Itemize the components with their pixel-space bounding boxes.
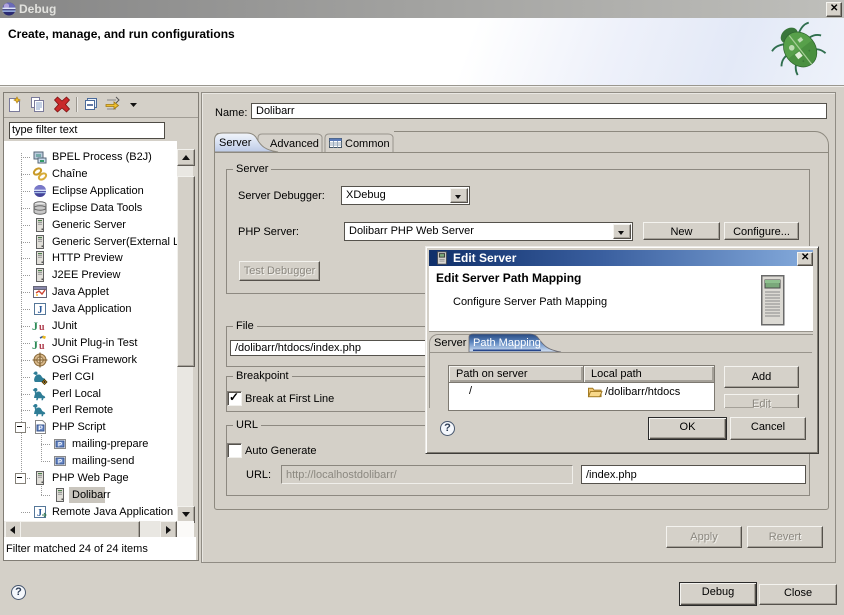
svg-text:Path Mapping: Path Mapping	[473, 337, 541, 349]
